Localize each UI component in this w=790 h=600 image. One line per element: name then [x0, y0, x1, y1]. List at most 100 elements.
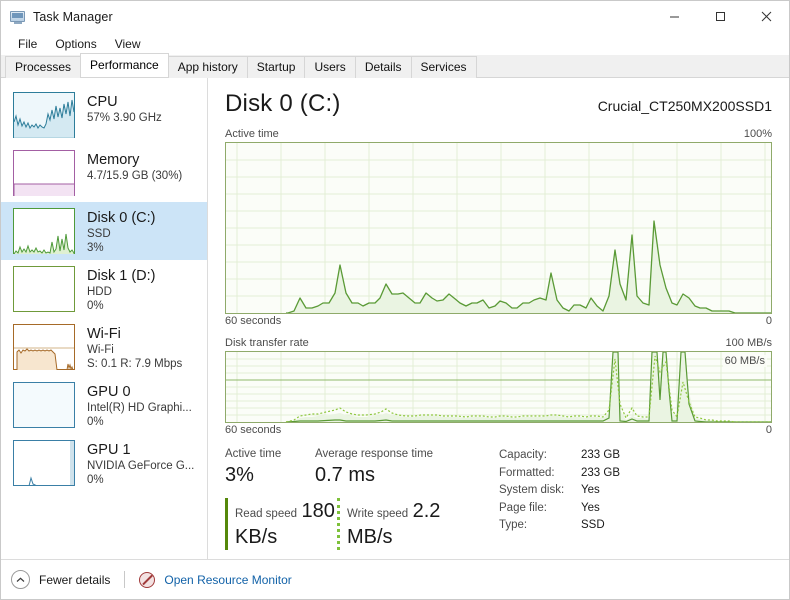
- page-title: Disk 0 (C:): [225, 90, 341, 117]
- stat-avg-response: Average response time 0.7 ms: [315, 446, 495, 488]
- active-time-header: Active time 100%: [225, 128, 772, 140]
- menu-file[interactable]: File: [9, 35, 46, 53]
- sidebar-item-wifi[interactable]: Wi-Fi Wi-Fi S: 0.1 R: 7.9 Mbps: [1, 318, 207, 376]
- sidebar-item-label: CPU: [87, 94, 118, 110]
- transfer-rate-plot: [226, 352, 771, 422]
- transfer-rate-axis-right: 0: [765, 424, 772, 436]
- info-key: Capacity:: [499, 449, 547, 461]
- stat-read-speed: Read speed 180 KB/s: [225, 498, 337, 550]
- active-time-plot: [226, 143, 771, 313]
- transfer-rate-axis-left: 60 seconds: [225, 424, 282, 436]
- transfer-rate-header: Disk transfer rate 100 MB/s: [225, 337, 772, 349]
- title-bar: Task Manager: [1, 1, 789, 32]
- sidebar-item-gpu-0[interactable]: GPU 0 Intel(R) HD Graphi... 0%: [1, 376, 207, 434]
- stats-row-speeds: Read speed 180 KB/s Write speed 2.2 MB/s: [225, 498, 495, 550]
- cpu-mini-graph: [13, 92, 75, 138]
- info-value: Yes: [581, 501, 600, 514]
- fewer-details-button[interactable]: Fewer details: [39, 573, 110, 587]
- panel-header: Disk 0 (C:) Crucial_CT250MX200SSD1: [225, 90, 772, 118]
- sidebar-item-sub2: 0%: [87, 416, 104, 428]
- tab-users[interactable]: Users: [304, 56, 356, 78]
- tab-services[interactable]: Services: [410, 56, 477, 78]
- sidebar-item-sub2: 0%: [87, 474, 104, 486]
- sidebar-item-sub2: 3%: [87, 242, 104, 254]
- sidebar-item-label: Wi-Fi: [87, 326, 121, 342]
- task-manager-window: Task Manager File Options View Processes…: [0, 0, 790, 600]
- active-time-graph: [225, 142, 772, 314]
- sidebar-item-cpu-text: CPU 57% 3.90 GHz: [87, 92, 162, 125]
- window-controls: [651, 1, 789, 32]
- open-resource-monitor-link[interactable]: Open Resource Monitor: [164, 573, 291, 587]
- info-key: Type:: [499, 519, 528, 531]
- sidebar-item-sub2: S: 0.1 R: 7.9 Mbps: [87, 358, 183, 370]
- gpu1-mini-graph: [13, 440, 75, 486]
- sidebar-item-gpu-1[interactable]: GPU 1 NVIDIA GeForce G... 0%: [1, 434, 207, 492]
- sidebar-item-sub1: 4.7/15.9 GB (30%): [87, 170, 183, 182]
- info-value: 233 GB: [581, 449, 620, 461]
- stats-row-primary: Active time 3% Average response time 0.7…: [225, 446, 495, 488]
- active-time-axis-right: 0: [765, 315, 772, 327]
- close-button[interactable]: [743, 1, 789, 32]
- info-row: Capacity: 233 GB: [499, 447, 772, 465]
- sidebar-item-sub1: 57% 3.90 GHz: [87, 112, 162, 124]
- tab-strip: Processes Performance App history Startu…: [1, 53, 789, 78]
- stat-active-time-label: Active time: [225, 448, 282, 460]
- transfer-rate-label: Disk transfer rate: [225, 337, 309, 349]
- info-row: Type: SSD: [499, 517, 772, 535]
- sidebar-item-sub1: SSD: [87, 228, 111, 240]
- tab-app-history[interactable]: App history: [167, 56, 248, 78]
- sidebar-item-cpu[interactable]: CPU 57% 3.90 GHz: [1, 86, 207, 144]
- wifi-mini-graph: [13, 324, 75, 370]
- stat-write-speed-label: Write speed: [347, 508, 409, 520]
- info-row: System disk: Yes: [499, 482, 772, 500]
- stat-avg-response-value: 0.7 ms: [315, 464, 376, 486]
- info-key: System disk:: [499, 484, 565, 496]
- stats-area: Active time 3% Average response time 0.7…: [225, 446, 772, 550]
- active-time-axis: 60 seconds 0: [225, 315, 772, 327]
- active-time-max: 100%: [743, 128, 772, 140]
- transfer-rate-inner-label: 60 MB/s: [722, 355, 767, 367]
- info-value: SSD: [581, 519, 605, 531]
- tab-processes[interactable]: Processes: [5, 56, 82, 78]
- sidebar-item-sub1: HDD: [87, 286, 112, 298]
- info-row: Formatted: 233 GB: [499, 465, 772, 483]
- active-time-label: Active time: [225, 128, 279, 140]
- disk0-mini-graph: [13, 208, 75, 254]
- sidebar-item-sub1: Wi-Fi: [87, 344, 114, 356]
- sidebar-item-disk-1-text: Disk 1 (D:) HDD 0%: [87, 266, 155, 313]
- disk-info-list: Capacity: 233 GB Formatted: 233 GB Syste…: [495, 446, 772, 550]
- status-bar: Fewer details Open Resource Monitor: [1, 559, 789, 599]
- sidebar-item-memory[interactable]: Memory 4.7/15.9 GB (30%): [1, 144, 207, 202]
- menu-options[interactable]: Options: [46, 35, 105, 53]
- info-value: 233 GB: [581, 466, 620, 479]
- sidebar-item-disk-0-text: Disk 0 (C:) SSD 3%: [87, 208, 155, 255]
- chevron-up-icon[interactable]: [11, 570, 30, 589]
- sidebar-item-disk-1[interactable]: Disk 1 (D:) HDD 0%: [1, 260, 207, 318]
- sidebar-item-wifi-text: Wi-Fi Wi-Fi S: 0.1 R: 7.9 Mbps: [87, 324, 182, 371]
- sidebar-item-gpu-0-text: GPU 0 Intel(R) HD Graphi... 0%: [87, 382, 192, 429]
- tab-details[interactable]: Details: [354, 56, 412, 78]
- stat-active-time: Active time 3%: [225, 446, 315, 488]
- resource-sidebar: CPU 57% 3.90 GHz Memory 4.7/15.9 GB (30%…: [1, 78, 208, 559]
- menu-view[interactable]: View: [106, 35, 150, 53]
- resource-monitor-icon: [139, 571, 156, 588]
- stat-avg-response-label: Average response time: [315, 448, 434, 460]
- stat-write-speed: Write speed 2.2 MB/s: [337, 498, 447, 550]
- info-row: Page file: Yes: [499, 500, 772, 518]
- gpu0-mini-graph: [13, 382, 75, 428]
- stat-read-speed-label: Read speed: [235, 508, 298, 520]
- disk1-mini-graph: [13, 266, 75, 312]
- sidebar-item-disk-0[interactable]: Disk 0 (C:) SSD 3%: [1, 202, 207, 260]
- tab-performance[interactable]: Performance: [80, 53, 169, 77]
- sidebar-item-label: GPU 0: [87, 384, 131, 400]
- minimize-button[interactable]: [651, 1, 697, 32]
- sidebar-item-sub1: Intel(R) HD Graphi...: [87, 402, 192, 414]
- task-manager-icon: [10, 9, 26, 25]
- tab-startup[interactable]: Startup: [246, 56, 306, 78]
- info-key: Formatted:: [499, 466, 555, 479]
- active-time-axis-left: 60 seconds: [225, 315, 282, 327]
- maximize-button[interactable]: [697, 1, 743, 32]
- sidebar-item-sub2: 0%: [87, 300, 104, 312]
- sidebar-item-label: GPU 1: [87, 442, 131, 458]
- sidebar-item-label: Disk 1 (D:): [87, 268, 156, 284]
